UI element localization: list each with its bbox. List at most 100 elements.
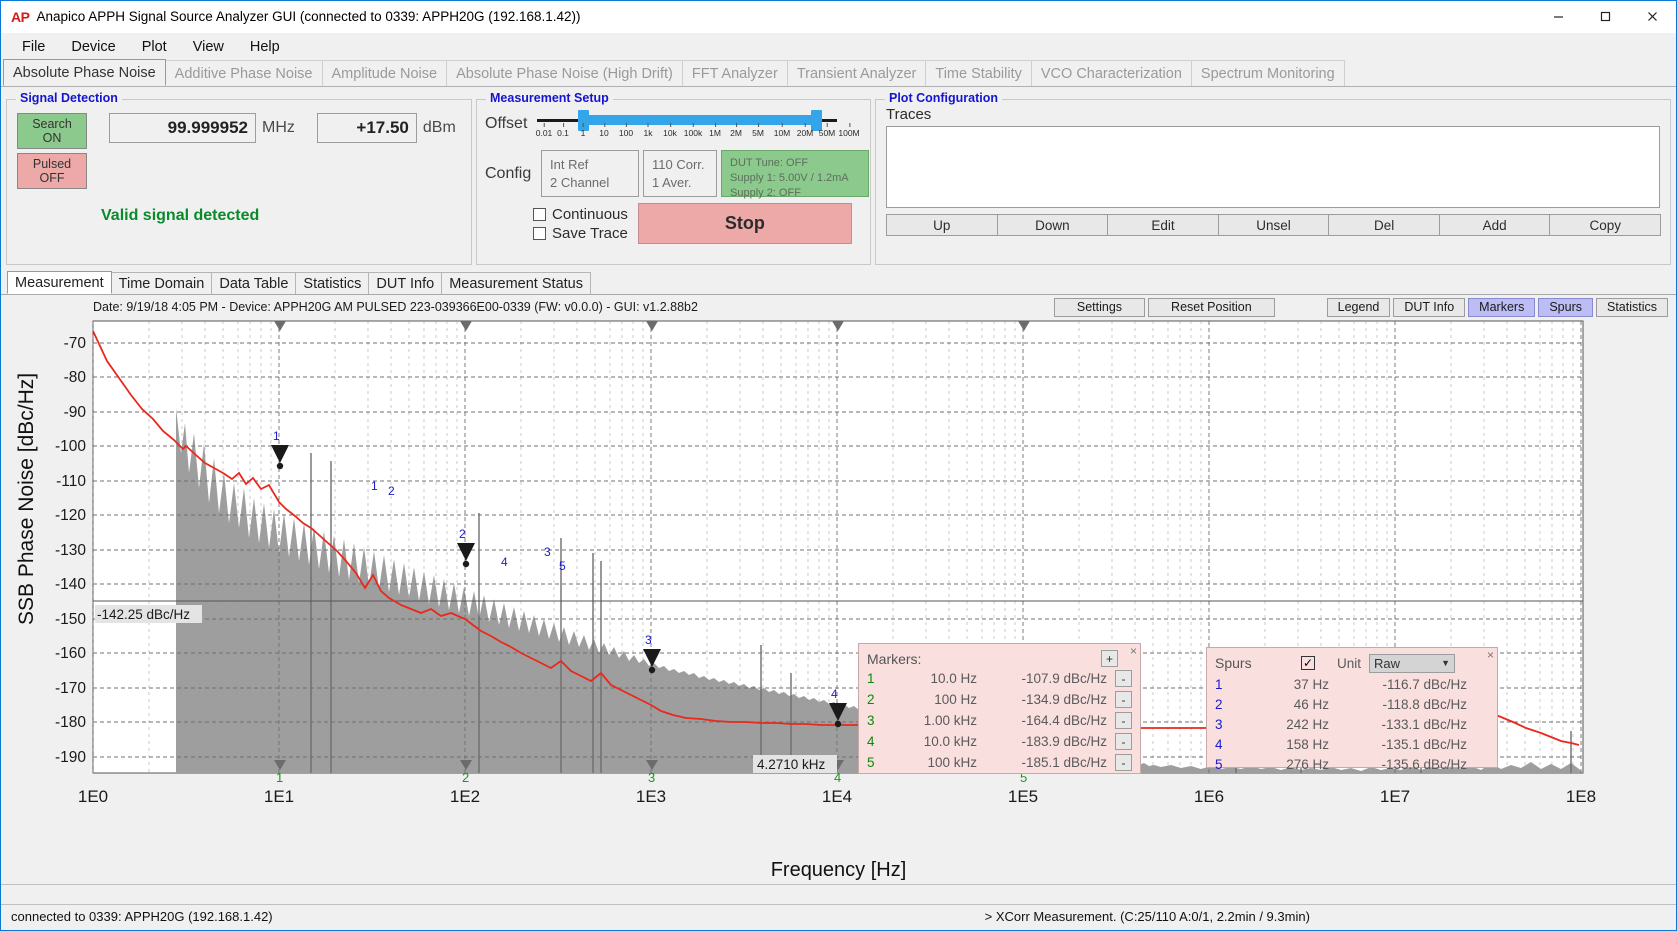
- y-tick-12: -190: [55, 749, 86, 766]
- marker-index-1: 1: [867, 671, 885, 686]
- tab-transient-analyzer[interactable]: Transient Analyzer: [787, 60, 927, 86]
- spurs-unit-select[interactable]: Raw ▼: [1369, 654, 1455, 673]
- spur-row-4[interactable]: 4 158 Hz -135.1 dBc/Hz: [1215, 734, 1489, 754]
- marker-index-5: 5: [867, 755, 885, 770]
- x-tick-7: 1E7: [1380, 787, 1410, 806]
- marker-freq-4: 10.0 kHz: [885, 734, 977, 749]
- menu-plot[interactable]: Plot: [129, 36, 180, 58]
- slider-tick-11: 10M: [774, 128, 791, 138]
- spur-row-2[interactable]: 2 46 Hz -118.8 dBc/Hz: [1215, 694, 1489, 714]
- marker-row-2[interactable]: 2 100 Hz -134.9 dBc/Hz -: [867, 689, 1132, 710]
- continuous-label: Continuous: [552, 206, 628, 223]
- svg-text:2: 2: [462, 770, 469, 785]
- plot-configuration-legend: Plot Configuration: [885, 91, 1002, 105]
- marker-remove-button-3[interactable]: -: [1115, 712, 1132, 729]
- connection-status-text: connected to 0339: APPH20G (192.168.1.42…: [1, 909, 273, 924]
- x-tick-3: 1E3: [636, 787, 666, 806]
- offset-range-slider[interactable]: 0.01 0.1 1 10 100 1k 10k 100k 1M 2M 5M 1…: [537, 106, 837, 148]
- power-input[interactable]: +17.50: [317, 113, 417, 143]
- status-bar-lower: connected to 0339: APPH20G (192.168.1.42…: [1, 904, 1676, 928]
- markers-add-button[interactable]: +: [1101, 650, 1118, 667]
- marker-row-4[interactable]: 4 10.0 kHz -183.9 dBc/Hz -: [867, 731, 1132, 752]
- tab-absolute-phase-noise-high-drift[interactable]: Absolute Phase Noise (High Drift): [446, 60, 683, 86]
- trace-del-button[interactable]: Del: [1328, 214, 1440, 236]
- marker-label-1: 1: [273, 429, 280, 443]
- slider-tick-8: 1M: [709, 128, 721, 138]
- title-bar: AP Anapico APPH Signal Source Analyzer G…: [1, 1, 1676, 33]
- trace-copy-button[interactable]: Copy: [1549, 214, 1661, 236]
- menu-view[interactable]: View: [180, 36, 237, 58]
- markers-floating-panel[interactable]: × Markers: + 1 10.0 Hz -107.9 dBc/Hz - 2…: [858, 643, 1141, 774]
- marker-remove-button-1[interactable]: -: [1115, 670, 1132, 687]
- marker-remove-button-5[interactable]: -: [1115, 754, 1132, 771]
- spur-row-5[interactable]: 5 276 Hz -135.6 dBc/Hz: [1215, 754, 1489, 774]
- marker-row-1[interactable]: 1 10.0 Hz -107.9 dBc/Hz -: [867, 668, 1132, 689]
- config-reference-box[interactable]: Int Ref 2 Channel: [541, 150, 639, 197]
- spur-row-3[interactable]: 3 242 Hz -133.1 dBc/Hz: [1215, 714, 1489, 734]
- y-tick-7: -140: [55, 576, 86, 593]
- tab-absolute-phase-noise[interactable]: Absolute Phase Noise: [3, 59, 166, 86]
- menu-help[interactable]: Help: [237, 36, 293, 58]
- tab-time-stability[interactable]: Time Stability: [925, 60, 1031, 86]
- markers-close-icon[interactable]: ×: [1130, 644, 1137, 658]
- spurs-close-icon[interactable]: ×: [1487, 648, 1494, 662]
- tab-measurement[interactable]: Measurement: [7, 271, 112, 294]
- spur-index-1: 1: [1215, 677, 1235, 692]
- traces-list[interactable]: [886, 126, 1660, 208]
- search-toggle-button[interactable]: Search ON: [17, 113, 87, 149]
- config-correlation-box[interactable]: 110 Corr. 1 Aver.: [643, 150, 717, 197]
- dut-tune-line: DUT Tune: OFF: [730, 156, 860, 171]
- save-trace-checkbox[interactable]: [533, 227, 546, 240]
- tab-fft-analyzer[interactable]: FFT Analyzer: [682, 60, 788, 86]
- trace-up-button[interactable]: Up: [886, 214, 998, 236]
- spurs-enable-checkbox[interactable]: ✓: [1301, 656, 1315, 670]
- continuous-checkbox-row[interactable]: Continuous: [533, 206, 628, 223]
- close-icon[interactable]: [1629, 1, 1676, 33]
- stop-button[interactable]: Stop: [638, 203, 852, 244]
- tab-statistics[interactable]: Statistics: [295, 272, 369, 294]
- slider-tick-labels: 0.01 0.1 1 10 100 1k 10k 100k 1M 2M 5M 1…: [537, 128, 837, 146]
- tab-time-domain[interactable]: Time Domain: [111, 272, 213, 294]
- svg-text:3: 3: [648, 770, 655, 785]
- spur-value-4: -135.1 dBc/Hz: [1329, 737, 1489, 752]
- spur-row-1[interactable]: 1 37 Hz -116.7 dBc/Hz: [1215, 674, 1489, 694]
- anapico-logo-icon: AP: [11, 9, 29, 25]
- y-tick-2: -90: [64, 404, 87, 421]
- trace-edit-button[interactable]: Edit: [1107, 214, 1219, 236]
- marker-row-5[interactable]: 5 100 kHz -185.1 dBc/Hz -: [867, 752, 1132, 773]
- marker-row-3[interactable]: 3 1.00 kHz -164.4 dBc/Hz -: [867, 710, 1132, 731]
- tab-dut-info[interactable]: DUT Info: [368, 272, 442, 294]
- spur-label-4: 4: [501, 555, 508, 569]
- trace-unsel-button[interactable]: Unsel: [1218, 214, 1330, 236]
- cursor-frequency-annotation: 4.2710 kHz: [757, 757, 826, 772]
- menu-file[interactable]: File: [9, 36, 58, 58]
- status-bar-upper: [1, 884, 1676, 904]
- pulsed-toggle-button[interactable]: Pulsed OFF: [17, 153, 87, 189]
- tab-amplitude-noise[interactable]: Amplitude Noise: [322, 60, 448, 86]
- maximize-icon[interactable]: [1582, 1, 1629, 33]
- config-dut-supply-box[interactable]: DUT Tune: OFF Supply 1: 5.00V / 1.2mA Su…: [721, 150, 869, 197]
- frequency-input[interactable]: 99.999952: [109, 113, 256, 143]
- x-tick-6: 1E6: [1194, 787, 1224, 806]
- markers-panel-title: Markers:: [867, 651, 921, 667]
- tab-data-table[interactable]: Data Table: [211, 272, 296, 294]
- menu-device[interactable]: Device: [58, 36, 128, 58]
- marker-remove-button-2[interactable]: -: [1115, 691, 1132, 708]
- save-trace-checkbox-row[interactable]: Save Trace: [533, 225, 628, 242]
- offset-label: Offset: [485, 115, 537, 133]
- continuous-checkbox[interactable]: [533, 208, 546, 221]
- tab-measurement-status[interactable]: Measurement Status: [441, 272, 591, 294]
- x-tick-5: 1E5: [1008, 787, 1038, 806]
- spurs-floating-panel[interactable]: × Spurs ✓ Unit Raw ▼ 1 37 Hz -116.7 dBc/…: [1206, 647, 1498, 768]
- marker-freq-5: 100 kHz: [885, 755, 977, 770]
- minimize-icon[interactable]: [1535, 1, 1582, 33]
- tab-spectrum-monitoring[interactable]: Spectrum Monitoring: [1191, 60, 1345, 86]
- spur-label-3: 3: [544, 545, 551, 559]
- tab-additive-phase-noise[interactable]: Additive Phase Noise: [165, 60, 323, 86]
- x-tick-labels: 1E0 1E1 1E2 1E3 1E4 1E5 1E6 1E7 1E8: [78, 787, 1596, 806]
- marker-remove-button-4[interactable]: -: [1115, 733, 1132, 750]
- marker-value-4: -183.9 dBc/Hz: [977, 734, 1115, 749]
- trace-add-button[interactable]: Add: [1439, 214, 1551, 236]
- trace-down-button[interactable]: Down: [997, 214, 1109, 236]
- tab-vco-characterization[interactable]: VCO Characterization: [1031, 60, 1192, 86]
